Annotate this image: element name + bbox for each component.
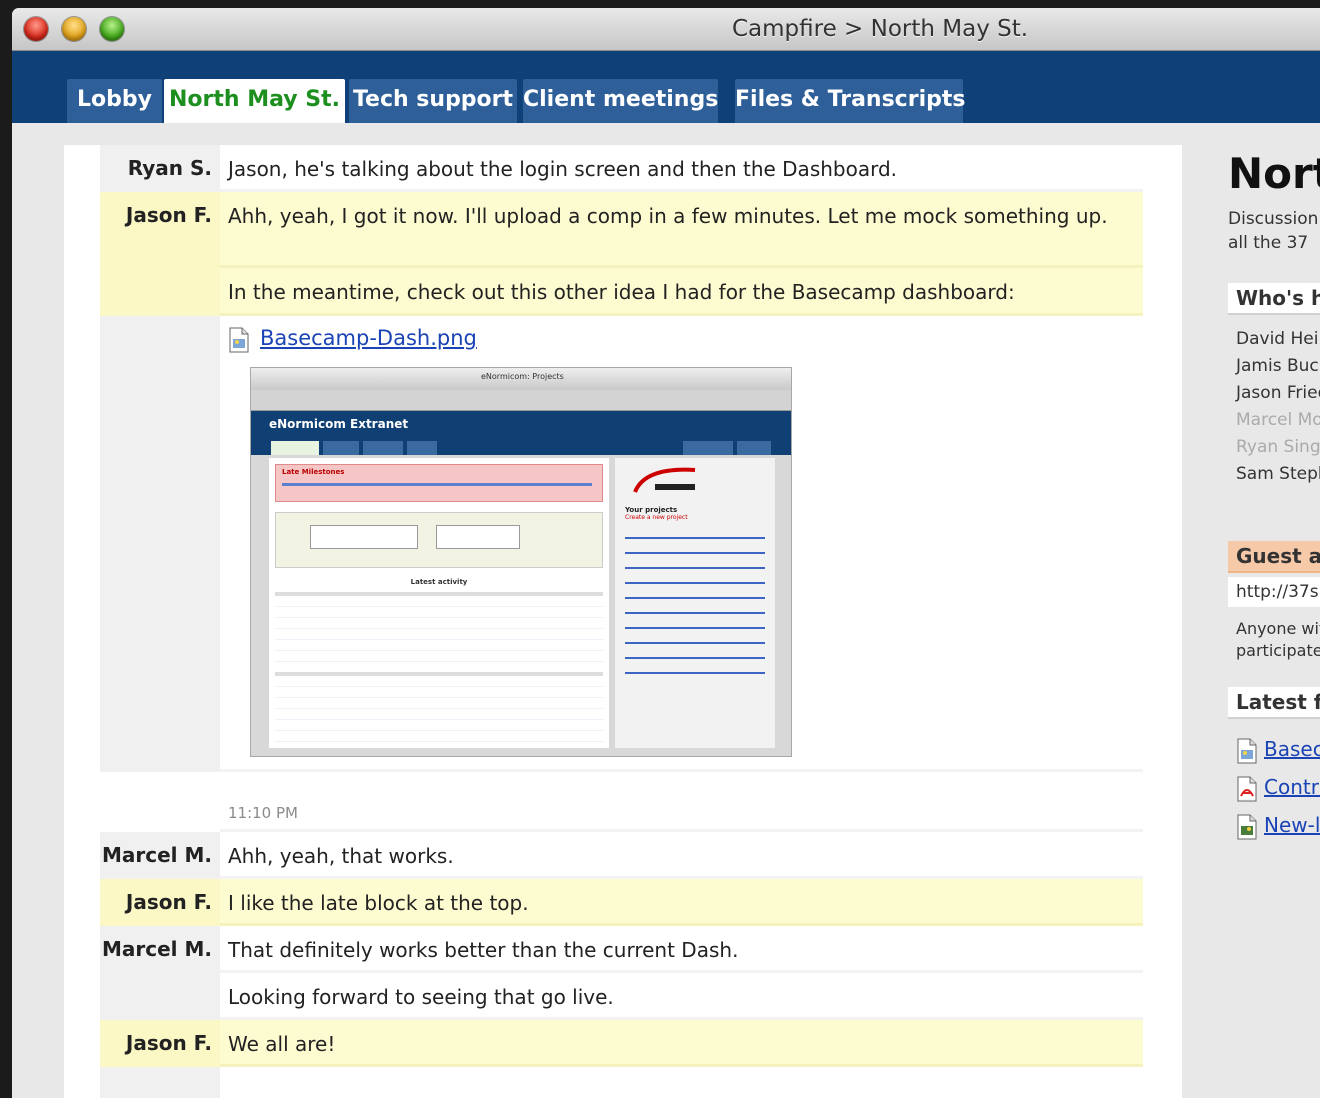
message-body: I like the late block at the top. xyxy=(220,879,1143,926)
chat-transcript: Ryan S. Jason, he's talking about the lo… xyxy=(64,145,1182,1098)
chat-message: Jason F. We all are! xyxy=(100,1020,1143,1067)
message-author: Jason F. xyxy=(100,879,220,926)
latest-file-link[interactable]: Contract.pdf xyxy=(1236,775,1320,802)
message-body: That definitely works better than the cu… xyxy=(220,926,1143,973)
thumb-window-title: eNormicom: Projects xyxy=(481,372,564,381)
guest-access-note: Anyone with the link can participate xyxy=(1236,619,1320,660)
chat-message: Marcel M. That definitely works better t… xyxy=(100,926,1143,973)
latest-file-link[interactable]: Basecamp-Dash.png xyxy=(1236,737,1320,764)
message-author: Marcel M. xyxy=(100,926,220,973)
participant-name-idle: Marcel Molina xyxy=(1236,410,1320,430)
message-author xyxy=(100,973,220,1020)
window-title: Campfire > North May St. xyxy=(732,16,1029,42)
chat-message: Ryan S. Jason, he's talking about the lo… xyxy=(100,145,1143,192)
title-bar[interactable]: Campfire > North May St. xyxy=(12,8,1320,51)
message-author xyxy=(100,268,220,316)
message-author xyxy=(100,316,220,772)
pdf-file-icon xyxy=(1236,776,1258,802)
message-author: Marcel M. xyxy=(100,832,220,879)
room-title: North May St. xyxy=(1228,149,1320,198)
thumb-browser-chrome: eNormicom: Projects xyxy=(251,368,791,390)
chat-message: Jason F. I like the late block at the to… xyxy=(100,879,1143,926)
uploaded-image-thumbnail[interactable]: eNormicom: Projects eNormicom Extranet L… xyxy=(250,367,792,757)
thumb-logo xyxy=(633,467,696,493)
tab-files-transcripts[interactable]: Files & Transcripts xyxy=(735,79,965,124)
latest-file-link[interactable]: New-logo.png xyxy=(1236,813,1320,840)
message-body: Looking forward to seeing that go live. xyxy=(220,973,1143,1020)
message-body: Ahh, yeah, that works. xyxy=(220,832,1143,879)
image-file-icon xyxy=(228,327,250,353)
app-window: Campfire > North May St. Lobby North May… xyxy=(12,8,1320,1098)
room-tab-bar: Lobby North May St. Tech support Client … xyxy=(12,51,1320,124)
thumb-browser-toolbar xyxy=(251,390,791,411)
chat-message-empty xyxy=(100,1067,1143,1098)
message-body: We all are! xyxy=(220,1020,1143,1067)
tab-tech-support[interactable]: Tech support xyxy=(349,79,517,124)
thumb-app-header: eNormicom Extranet xyxy=(251,411,791,455)
thumb-main-column: Late Milestones Latest activity xyxy=(269,458,609,748)
image-file-icon xyxy=(1236,738,1258,764)
main-content: Ryan S. Jason, he's talking about the lo… xyxy=(12,123,1320,1098)
chat-message: Jason F. Ahh, yeah, I got it now. I'll u… xyxy=(100,192,1143,268)
chat-message: In the meantime, check out this other id… xyxy=(100,268,1143,316)
tab-lobby[interactable]: Lobby xyxy=(67,79,162,124)
participant-name: Jamis Buck xyxy=(1236,356,1320,376)
participant-name: Sam Stephenson xyxy=(1236,464,1320,484)
image-file-icon xyxy=(1236,814,1258,840)
participant-name: David Heinemeier xyxy=(1236,329,1320,349)
tab-client-meetings[interactable]: Client meetings xyxy=(523,79,718,124)
timestamp-row: 11:10 PM xyxy=(100,772,1143,832)
chat-message: Looking forward to seeing that go live. xyxy=(100,973,1143,1020)
message-author: Ryan S. xyxy=(100,145,220,192)
close-window-button[interactable] xyxy=(24,17,48,41)
guest-access-url[interactable]: http://37s.campfirenow.com xyxy=(1228,577,1320,607)
message-body: In the meantime, check out this other id… xyxy=(220,268,1143,316)
tab-north-may-st[interactable]: North May St. xyxy=(164,79,345,124)
message-body: Ahh, yeah, I got it now. I'll upload a c… xyxy=(220,192,1143,268)
whos-here-heading: Who's here xyxy=(1228,283,1320,315)
thumb-app-name: eNormicom Extranet xyxy=(269,417,409,431)
minimize-window-button[interactable] xyxy=(62,17,86,41)
room-description: Discussion all the 37 xyxy=(1228,209,1319,253)
uploaded-file-link[interactable]: Basecamp-Dash.png xyxy=(260,326,477,350)
guest-access-heading: Guest access xyxy=(1228,541,1320,573)
chat-message: Marcel M. Ahh, yeah, that works. xyxy=(100,832,1143,879)
zoom-window-button[interactable] xyxy=(100,17,124,41)
message-author: Jason F. xyxy=(100,1020,220,1067)
timestamp: 11:10 PM xyxy=(228,804,298,822)
message-body: Jason, he's talking about the login scre… xyxy=(220,145,1143,192)
participant-name: Jason Fried xyxy=(1236,383,1320,403)
latest-files-heading: Latest files xyxy=(1228,687,1320,719)
message-author: Jason F. xyxy=(100,192,220,268)
participant-name-idle: Ryan Singer xyxy=(1236,437,1320,457)
thumb-side-column: Your projects Create a new project xyxy=(615,458,775,748)
